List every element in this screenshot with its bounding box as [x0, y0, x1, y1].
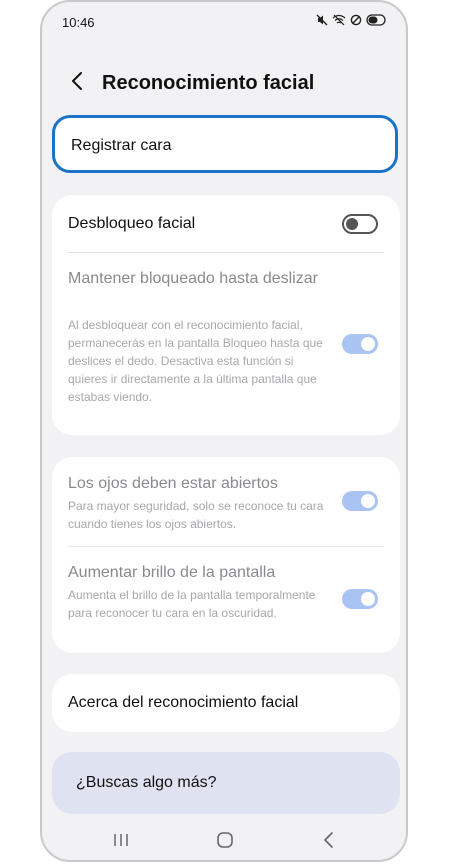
- home-button[interactable]: [210, 830, 240, 854]
- stay-locked-toggle[interactable]: [342, 334, 378, 354]
- eyes-open-toggle[interactable]: [342, 491, 378, 511]
- brightness-row[interactable]: Aumentar brillo de la pantalla Aumenta e…: [52, 547, 400, 653]
- toggle-knob: [346, 218, 358, 230]
- eyes-open-title: Los ojos deben estar abiertos: [68, 475, 278, 492]
- brightness-toggle[interactable]: [342, 589, 378, 609]
- no-sim-icon: [350, 14, 362, 26]
- search-more-label: ¿Buscas algo más?: [76, 774, 217, 791]
- page-title: Reconocimiento facial: [102, 72, 315, 94]
- mute-icon: [316, 14, 328, 26]
- unlock-settings-card: Desbloqueo facial Mantener bloqueado has…: [52, 195, 400, 435]
- battery-icon: [366, 14, 388, 26]
- back-button[interactable]: [62, 68, 92, 98]
- face-unlock-label: Desbloqueo facial: [68, 215, 196, 232]
- brightness-title: Aumentar brillo de la pantalla: [68, 564, 276, 581]
- nav-back-icon: [322, 831, 336, 854]
- recents-button[interactable]: [106, 830, 136, 854]
- toggle-knob: [361, 494, 375, 508]
- status-icons: [316, 14, 388, 26]
- stay-locked-desc: Al desbloquear con el reconocimiento fac…: [68, 318, 323, 404]
- back-arrow-icon: [70, 71, 84, 96]
- register-face-button[interactable]: Registrar cara: [52, 115, 398, 173]
- toggle-knob: [361, 337, 375, 351]
- navigation-bar: [42, 822, 406, 860]
- eyes-open-row[interactable]: Los ojos deben estar abiertos Para mayor…: [52, 457, 400, 546]
- register-face-label: Registrar cara: [71, 137, 172, 154]
- stay-locked-row[interactable]: Mantener bloqueado hasta deslizar Al des…: [52, 253, 400, 435]
- page-header: Reconocimiento facial: [42, 62, 406, 106]
- brightness-desc: Aumenta el brillo de la pantalla tempora…: [68, 588, 316, 620]
- about-label: Acerca del reconocimiento facial: [68, 694, 299, 711]
- status-time: 10:46: [62, 15, 95, 30]
- about-face-recognition-row[interactable]: Acerca del reconocimiento facial: [52, 674, 400, 732]
- toggle-knob: [361, 592, 375, 606]
- home-icon: [216, 831, 234, 854]
- face-unlock-row[interactable]: Desbloqueo facial: [52, 195, 400, 252]
- status-bar: 10:46: [42, 2, 406, 42]
- recents-icon: [112, 832, 130, 853]
- phone-frame: 10:46 Reconocimiento facial Registrar ca…: [40, 0, 408, 862]
- wifi-icon: [332, 14, 346, 26]
- search-more-card[interactable]: ¿Buscas algo más?: [52, 752, 400, 814]
- nav-back-button[interactable]: [314, 830, 344, 854]
- security-settings-card: Los ojos deben estar abiertos Para mayor…: [52, 457, 400, 653]
- stay-locked-title: Mantener bloqueado hasta deslizar: [68, 270, 318, 287]
- eyes-open-desc: Para mayor seguridad, solo se reconoce t…: [68, 499, 324, 531]
- face-unlock-toggle[interactable]: [342, 214, 378, 234]
